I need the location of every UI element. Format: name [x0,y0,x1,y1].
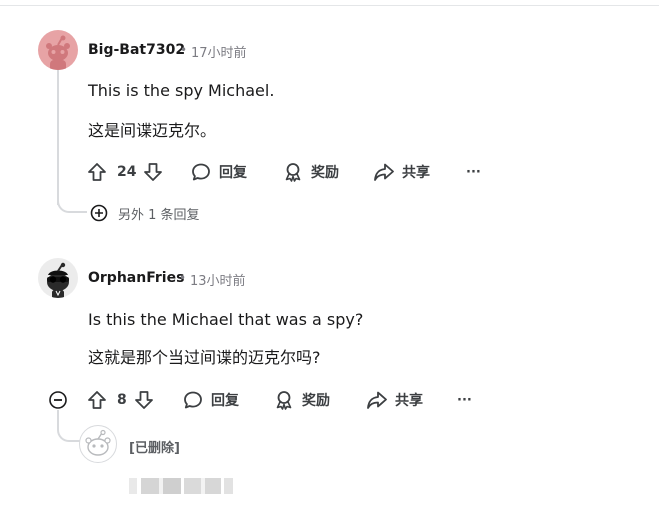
more-options-button[interactable]: ··· [466,158,481,186]
award-button[interactable]: 奖励 [282,158,339,186]
avatar-deleted [79,425,117,463]
reply-button[interactable]: 回复 [190,158,247,186]
share-label: 共享 [395,393,423,409]
vote-group: 24 [86,158,164,186]
comment-time[interactable]: 17小时前 [191,42,247,61]
reply-icon [190,161,212,183]
upvote-icon[interactable] [86,389,108,411]
avatar-orphanfries[interactable] [38,258,78,298]
collapse-icon [47,389,69,411]
username[interactable]: OrphanFries [88,270,184,286]
vote-count: 8 [117,392,127,408]
deleted-label: [已删除] [129,441,180,456]
more-replies-link[interactable]: 另外 1 条回复 [89,203,200,223]
downvote-icon[interactable] [133,389,155,411]
upvote-icon[interactable] [86,161,108,183]
reply-label: 回复 [219,165,247,181]
meta-separator: • [179,271,187,285]
avatar-big-bat7302[interactable] [38,30,78,70]
reply-label: 回复 [211,393,239,409]
top-divider [0,5,659,6]
more-icon: ··· [466,164,481,180]
share-icon [372,161,396,183]
award-icon [282,161,304,183]
meta-separator: • [180,43,188,57]
expand-icon [89,203,109,223]
more-icon: ··· [457,392,472,408]
thread-elbow-1 [57,195,87,213]
reply-button[interactable]: 回复 [182,386,239,414]
award-icon [273,389,295,411]
username[interactable]: Big-Bat7302 [88,42,185,58]
downvote-icon[interactable] [142,161,164,183]
redacted-text [129,478,233,494]
reply-icon [182,389,204,411]
share-icon [365,389,389,411]
comment-text-zh: 这就是那个当过间谍的迈克尔吗? [88,348,321,367]
more-replies-label: 另外 1 条回复 [118,207,200,223]
comment-time[interactable]: 13小时前 [190,270,246,289]
award-button[interactable]: 奖励 [273,386,330,414]
share-button[interactable]: 共享 [372,158,430,186]
vote-group: 8 [86,386,155,414]
more-options-button[interactable]: ··· [457,386,472,414]
award-label: 奖励 [302,393,330,409]
share-label: 共享 [402,165,430,181]
vote-count: 24 [117,164,137,180]
award-label: 奖励 [311,165,339,181]
thread-line-1 [57,70,59,205]
comment-text-zh: 这是间谍迈克尔。 [88,121,217,140]
comment-text-en: This is the spy Michael. [88,81,275,100]
comment-text-en: Is this the Michael that was a spy? [88,310,364,329]
share-button[interactable]: 共享 [365,386,423,414]
